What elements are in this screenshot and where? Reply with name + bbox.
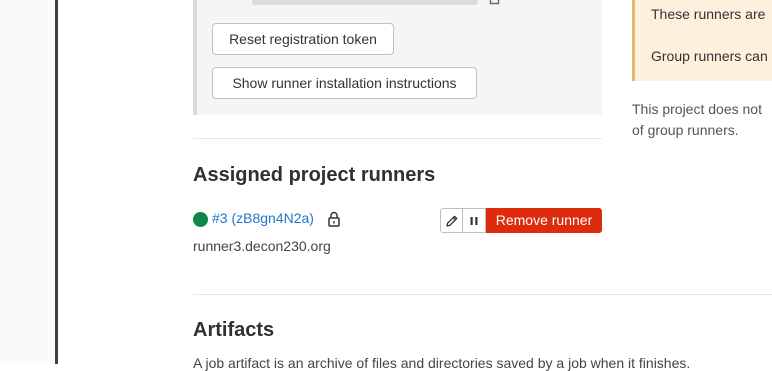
pause-icon bbox=[470, 216, 478, 225]
edit-runner-button[interactable] bbox=[440, 208, 463, 233]
artifacts-heading: Artifacts bbox=[193, 319, 275, 341]
group-runners-alert: These runners are Group runners can bbox=[632, 0, 772, 81]
reset-registration-token-button[interactable]: Reset registration token bbox=[212, 23, 394, 55]
runner-actions: Remove runner bbox=[440, 208, 602, 233]
registration-token-field bbox=[252, 0, 478, 5]
section-divider bbox=[193, 138, 602, 139]
copy-icon[interactable] bbox=[487, 0, 501, 5]
runner-status-online-icon bbox=[193, 212, 208, 227]
alert-text-line-1: These runners are bbox=[651, 6, 766, 22]
left-sidebar bbox=[0, 0, 58, 364]
pause-runner-button[interactable] bbox=[463, 208, 486, 233]
group-runners-note: This project does not of group runners. bbox=[632, 99, 772, 141]
runner-link[interactable]: #3 (zB8gn4N2a) bbox=[212, 210, 314, 226]
section-divider bbox=[193, 294, 772, 295]
alert-text-line-2: Group runners can bbox=[651, 48, 768, 64]
show-install-instructions-button[interactable]: Show runner installation instructions bbox=[212, 67, 477, 99]
assigned-runners-heading: Assigned project runners bbox=[193, 164, 436, 186]
pencil-icon bbox=[445, 215, 457, 227]
remove-runner-button[interactable]: Remove runner bbox=[486, 208, 602, 233]
note-line-1: This project does not bbox=[632, 101, 762, 117]
artifacts-description: A job artifact is an archive of files an… bbox=[193, 355, 691, 371]
runner-description: runner3.decon230.org bbox=[193, 238, 331, 254]
lock-icon bbox=[327, 211, 341, 227]
note-line-2: of group runners. bbox=[632, 122, 739, 138]
